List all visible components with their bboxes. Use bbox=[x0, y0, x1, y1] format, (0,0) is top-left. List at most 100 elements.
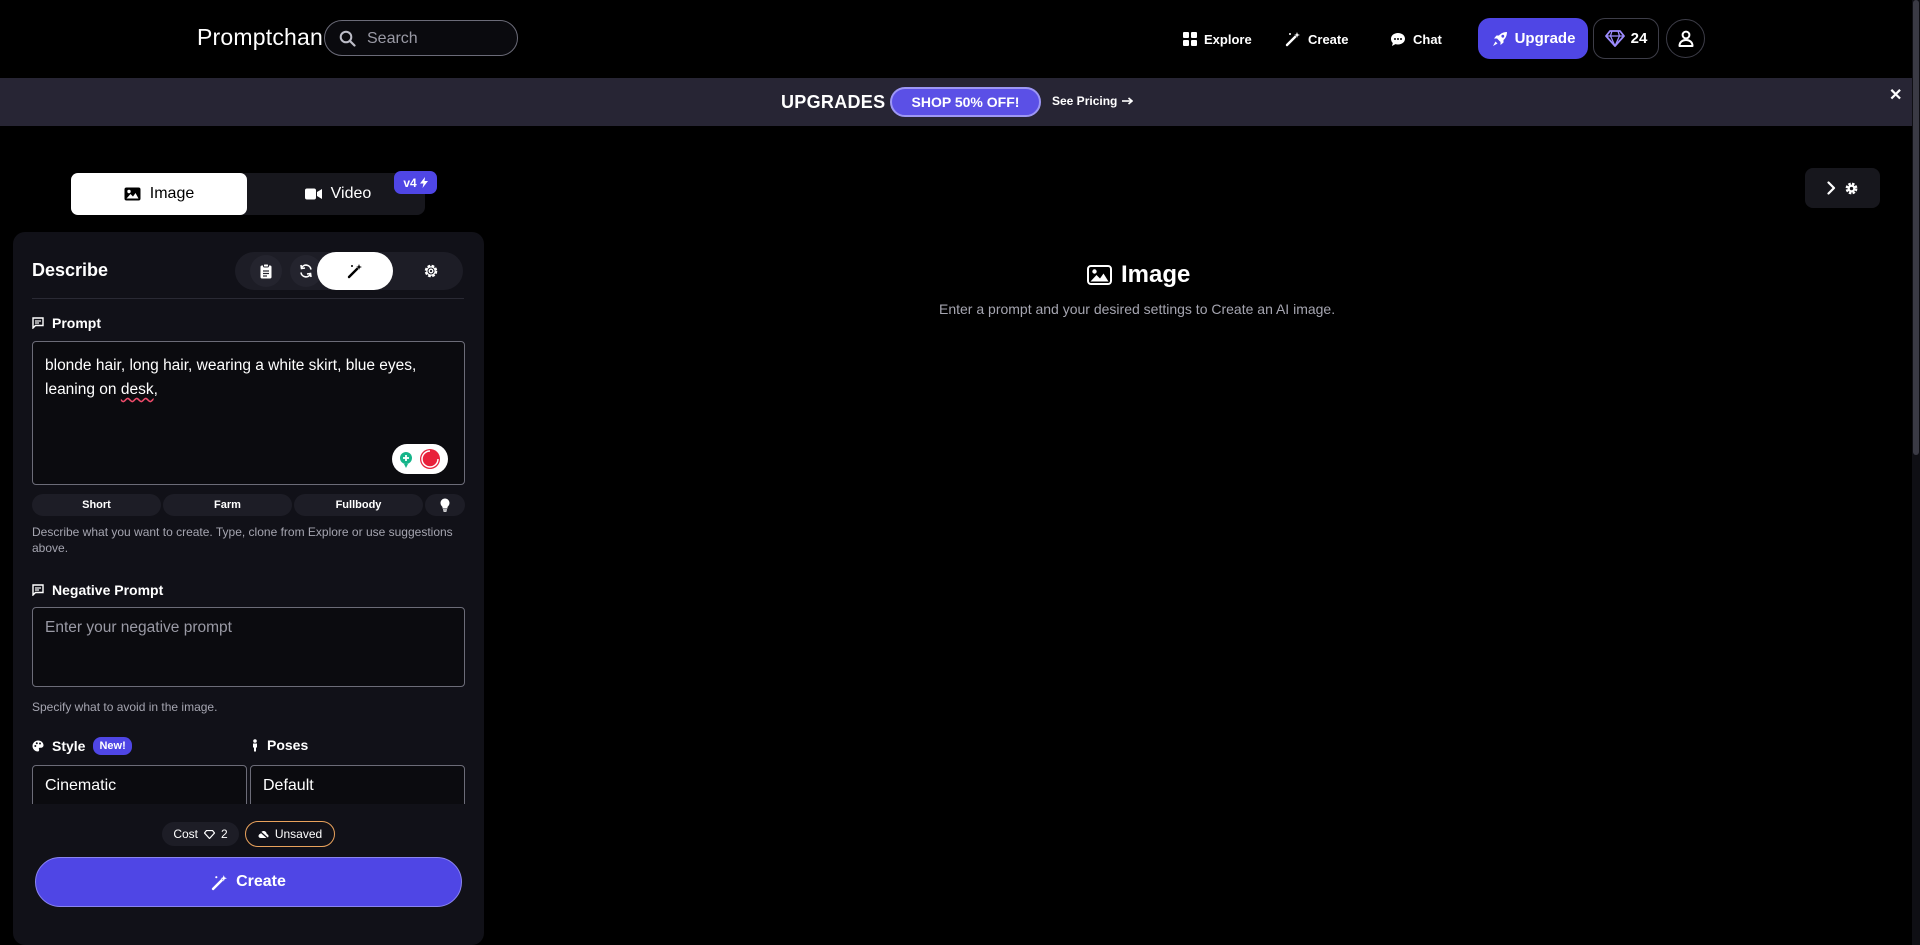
search-icon bbox=[339, 30, 356, 47]
nav-explore-label: Explore bbox=[1204, 31, 1252, 47]
video-camera-icon bbox=[304, 188, 322, 200]
poses-select[interactable]: Default bbox=[250, 765, 465, 804]
cost-label: Cost bbox=[173, 827, 198, 841]
style-select[interactable]: Cinematic bbox=[32, 765, 247, 804]
diamond-icon bbox=[1604, 30, 1625, 47]
prompt-text-end: , bbox=[153, 381, 158, 398]
nav-explore-link[interactable]: Explore bbox=[1183, 28, 1252, 50]
profile-button[interactable] bbox=[1666, 19, 1705, 58]
page-scrollbar-thumb[interactable] bbox=[1913, 0, 1919, 455]
create-label: Create bbox=[236, 873, 286, 890]
grammarly-widget[interactable] bbox=[392, 444, 448, 474]
cloud-off-icon bbox=[258, 829, 269, 839]
version-badge-label: v4 bbox=[403, 175, 417, 190]
banner-close-button[interactable]: ✕ bbox=[1889, 85, 1902, 105]
clipboard-icon bbox=[260, 263, 272, 279]
upgrade-label: Upgrade bbox=[1514, 30, 1576, 47]
negative-prompt-hint: Specify what to avoid in the image. bbox=[32, 700, 218, 714]
describe-panel: Describe Prompt blonde hair, long hair, … bbox=[13, 232, 484, 945]
panel-scroll-area[interactable]: Describe Prompt blonde hair, long hair, … bbox=[13, 232, 484, 804]
canvas-subtitle: Enter a prompt and your desired settings… bbox=[939, 301, 1336, 317]
prompt-text-main: blonde hair, long hair, wearing a white … bbox=[45, 357, 417, 398]
prompt-settings-button[interactable] bbox=[411, 252, 451, 290]
image-icon bbox=[1087, 265, 1112, 285]
poses-label-text: Poses bbox=[267, 737, 309, 753]
tab-image[interactable]: Image bbox=[71, 173, 247, 215]
magic-wand-icon bbox=[1285, 31, 1301, 47]
prompt-label: Prompt bbox=[32, 315, 101, 331]
poses-label: Poses bbox=[251, 737, 308, 753]
divider bbox=[32, 298, 464, 299]
palette-icon bbox=[32, 740, 44, 752]
tab-image-label: Image bbox=[149, 185, 195, 202]
gem-count: 24 bbox=[1630, 30, 1648, 47]
panel-title: Describe bbox=[32, 260, 109, 280]
unsaved-status[interactable]: Unsaved bbox=[245, 821, 335, 847]
canvas-title-text: Image bbox=[1121, 261, 1191, 288]
lightbulb-icon bbox=[440, 498, 450, 512]
brand-logo[interactable]: Promptchan bbox=[197, 24, 323, 51]
see-pricing-link[interactable]: See Pricing bbox=[1052, 94, 1134, 108]
mode-tabs: Image Video bbox=[71, 173, 425, 215]
chevron-right-icon bbox=[1826, 181, 1836, 195]
image-icon bbox=[124, 187, 141, 201]
cost-value: 2 bbox=[221, 827, 228, 841]
prompt-textarea[interactable]: blonde hair, long hair, wearing a white … bbox=[32, 341, 465, 485]
nav-create-link[interactable]: Create bbox=[1285, 28, 1348, 50]
spell-flagged-word[interactable]: desk bbox=[121, 381, 154, 398]
prompt-text: blonde hair, long hair, wearing a white … bbox=[45, 354, 445, 402]
nav-chat-label: Chat bbox=[1413, 31, 1442, 47]
cost-indicator: Cost 2 bbox=[162, 822, 239, 846]
shop-sale-button[interactable]: SHOP 50% OFF! bbox=[890, 87, 1041, 117]
version-badge: v4 bbox=[394, 171, 437, 194]
style-label-text: Style bbox=[52, 738, 86, 754]
negative-prompt-label-text: Negative Prompt bbox=[52, 582, 164, 598]
upgrade-banner: UPGRADES SHOP 50% OFF! See Pricing ✕ bbox=[0, 78, 1920, 126]
search-box[interactable] bbox=[324, 20, 518, 56]
grid-icon bbox=[1183, 32, 1197, 46]
settings-panel-toggle[interactable] bbox=[1805, 168, 1880, 208]
prompt-suggestions: Short Farm Fullbody bbox=[32, 494, 465, 516]
suggestion-chip[interactable]: Farm bbox=[163, 494, 292, 516]
tab-video-label: Video bbox=[330, 185, 372, 202]
suggestion-chip[interactable]: Fullbody bbox=[294, 494, 423, 516]
unsaved-label: Unsaved bbox=[274, 827, 323, 841]
magic-wand-icon bbox=[347, 263, 363, 279]
suggestion-chip[interactable]: Short bbox=[32, 494, 161, 516]
diamond-icon bbox=[204, 829, 215, 839]
chat-bubble-icon bbox=[1390, 32, 1406, 47]
magic-wand-icon bbox=[211, 874, 228, 891]
create-button[interactable]: Create bbox=[35, 857, 462, 907]
arrow-right-icon bbox=[1122, 97, 1134, 105]
top-navbar: Promptchan Explore Create Chat Upgrade bbox=[0, 0, 1920, 78]
style-label: Style New! bbox=[32, 737, 132, 755]
banner-title: UPGRADES bbox=[781, 92, 886, 112]
negative-prompt-label: Negative Prompt bbox=[32, 582, 163, 598]
message-square-icon bbox=[32, 317, 44, 329]
see-pricing-label: See Pricing bbox=[1052, 94, 1118, 108]
gear-icon bbox=[1844, 181, 1859, 196]
rocket-icon bbox=[1491, 30, 1509, 48]
prompt-hint: Describe what you want to create. Type, … bbox=[32, 525, 453, 555]
new-badge: New! bbox=[93, 737, 132, 755]
search-input[interactable] bbox=[365, 27, 509, 51]
clipboard-button[interactable] bbox=[250, 255, 282, 287]
negative-prompt-field[interactable] bbox=[32, 607, 465, 687]
refresh-icon bbox=[299, 264, 313, 278]
gear-icon bbox=[423, 263, 439, 279]
panel-mode-toolbar bbox=[235, 252, 463, 290]
canvas-title: Image bbox=[1087, 261, 1190, 289]
upgrade-button[interactable]: Upgrade bbox=[1478, 18, 1588, 59]
user-icon bbox=[1678, 30, 1694, 47]
grammarly-logo-icon bbox=[418, 448, 442, 470]
person-icon bbox=[251, 738, 259, 752]
negative-prompt-input[interactable] bbox=[33, 608, 464, 686]
nav-create-label: Create bbox=[1308, 31, 1349, 47]
lightning-icon bbox=[419, 177, 428, 188]
message-square-icon bbox=[32, 584, 44, 596]
magic-mode-button[interactable] bbox=[317, 252, 393, 290]
idea-button[interactable] bbox=[425, 494, 465, 516]
gems-balance-button[interactable]: 24 bbox=[1593, 18, 1659, 59]
prompt-label-text: Prompt bbox=[52, 315, 101, 331]
nav-chat-link[interactable]: Chat bbox=[1390, 28, 1442, 50]
